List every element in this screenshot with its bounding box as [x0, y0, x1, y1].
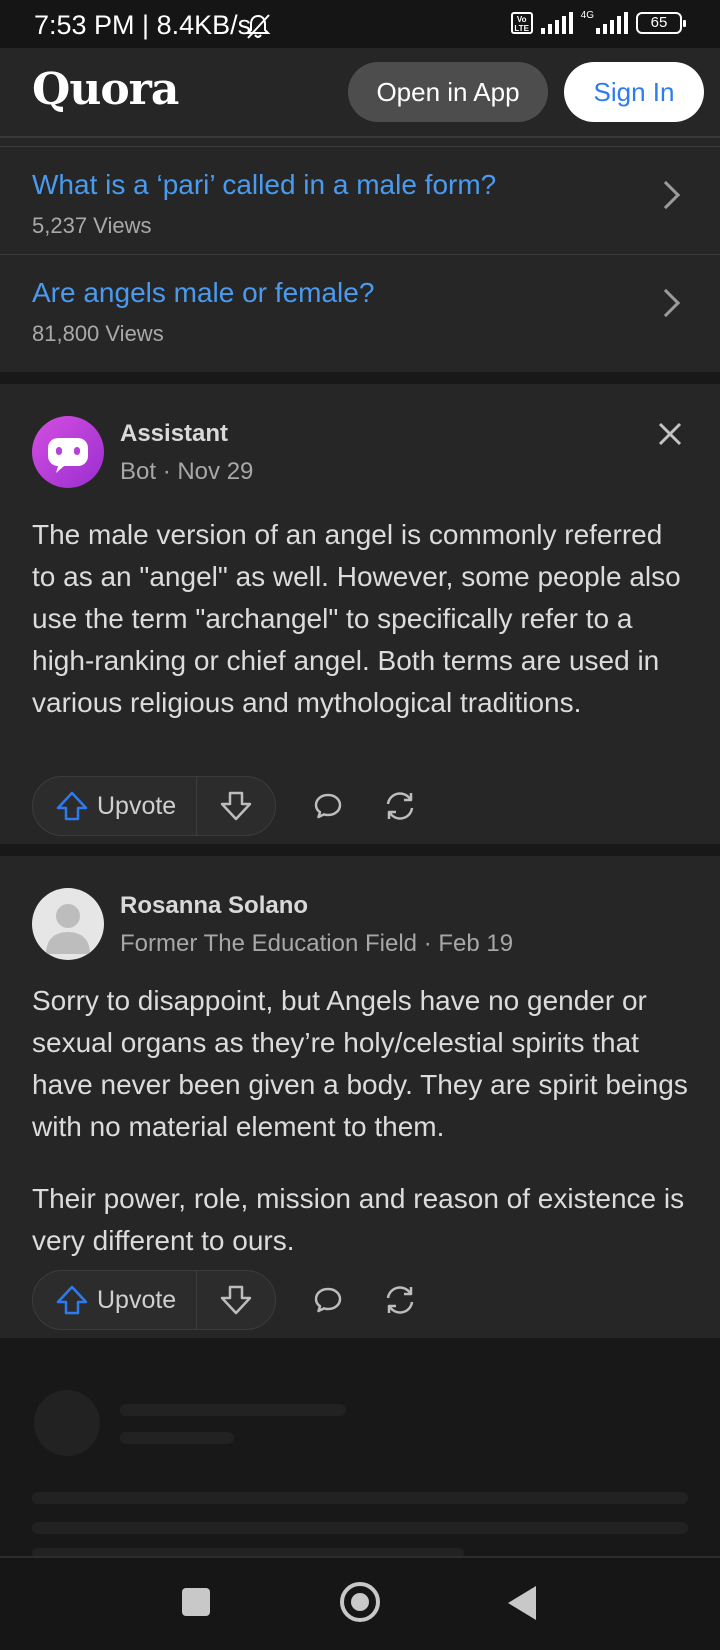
top-header: Quora Open in App Sign In — [0, 48, 720, 136]
skeleton-line — [120, 1404, 346, 1416]
related-question-views: 81,800 Views — [32, 321, 164, 346]
downvote-button[interactable] — [197, 1271, 275, 1329]
loading-skeleton — [0, 1338, 720, 1558]
upvote-label: Upvote — [97, 791, 177, 820]
home-icon[interactable] — [340, 1582, 380, 1622]
robot-icon — [48, 438, 88, 473]
comment-icon — [314, 793, 342, 819]
downvote-arrow-icon — [220, 1285, 252, 1315]
close-icon[interactable] — [656, 420, 684, 448]
reshare-icon — [386, 792, 414, 820]
upvote-button[interactable]: Upvote — [33, 777, 198, 835]
bell-off-icon — [245, 14, 271, 39]
open-in-app-button[interactable]: Open in App — [348, 62, 548, 122]
related-question-item[interactable]: Are angels male or female? 81,800 Views — [0, 254, 720, 362]
status-bar: 7:53 PM | 8.4KB/s Vo LTE 4G 65 — [0, 0, 720, 48]
author-meta: Bot · Nov 29 — [120, 458, 254, 485]
upvote-arrow-icon — [56, 1285, 88, 1315]
upvote-arrow-icon — [56, 791, 88, 821]
answer-actions: Upvote — [32, 776, 424, 836]
related-question-title[interactable]: Are angels male or female? — [32, 277, 374, 309]
downvote-button[interactable] — [197, 777, 275, 835]
answer-text: Their power, role, mission and reason of… — [32, 1183, 685, 1256]
network-type: 4G — [580, 9, 594, 21]
chevron-right-icon — [651, 180, 681, 210]
recents-icon[interactable] — [182, 1588, 210, 1616]
author-name[interactable]: Rosanna Solano — [120, 892, 308, 920]
user-avatar[interactable] — [32, 888, 104, 960]
signal-icon-2 — [596, 12, 628, 34]
bot-avatar[interactable] — [32, 416, 104, 488]
status-time: 7:53 PM | 8.4KB/s — [34, 10, 252, 40]
answer-actions: Upvote — [32, 1270, 424, 1330]
upvote-label: Upvote — [97, 1285, 177, 1314]
skeleton-line — [120, 1432, 234, 1444]
related-question-item[interactable]: What is a ‘pari’ called in a male form? … — [0, 146, 720, 254]
answer-card: Assistant Bot · Nov 29 The male version … — [0, 384, 720, 844]
reshare-icon — [386, 1286, 414, 1314]
chevron-right-icon — [651, 288, 681, 318]
answer-text: Sorry to disappoint, but Angels have no … — [32, 985, 688, 1142]
user-silhouette-icon — [46, 904, 90, 954]
comment-button[interactable] — [304, 1276, 352, 1324]
author-meta: Former The Education Field · Feb 19 — [120, 930, 514, 957]
vote-pill: Upvote — [32, 776, 277, 836]
skeleton-line — [32, 1522, 688, 1534]
downvote-arrow-icon — [220, 791, 252, 821]
quora-logo[interactable]: Quora — [32, 64, 179, 115]
back-icon[interactable] — [508, 1586, 536, 1620]
answer-text: The male version of an angel is commonly… — [32, 519, 681, 718]
related-question-views: 5,237 Views — [32, 213, 152, 238]
answer-card: Rosanna Solano Former The Education Fiel… — [0, 856, 720, 1338]
sign-in-button[interactable]: Sign In — [564, 62, 704, 122]
upvote-button[interactable]: Upvote — [33, 1271, 198, 1329]
share-button[interactable] — [376, 1276, 424, 1324]
volte-icon: Vo LTE — [510, 12, 533, 34]
comment-button[interactable] — [304, 782, 352, 830]
skeleton-line — [32, 1492, 688, 1504]
comment-icon — [314, 1287, 342, 1313]
skeleton-avatar — [34, 1390, 100, 1456]
related-question-title[interactable]: What is a ‘pari’ called in a male form? — [32, 169, 496, 201]
vote-pill: Upvote — [32, 1270, 277, 1330]
system-nav-bar — [0, 1556, 720, 1650]
author-name[interactable]: Assistant — [120, 420, 228, 448]
related-questions: What is a ‘pari’ called in a male form? … — [0, 136, 720, 372]
battery-icon: 65 — [636, 12, 686, 34]
signal-icon — [540, 12, 573, 34]
share-button[interactable] — [376, 782, 424, 830]
